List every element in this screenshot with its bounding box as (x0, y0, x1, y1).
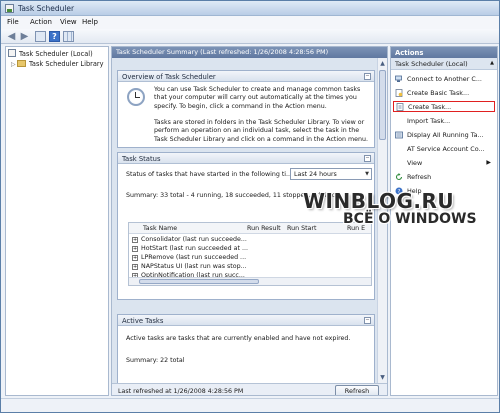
scrollbar-thumb[interactable] (139, 279, 259, 284)
menu-bar: File Action View Help (1, 16, 499, 29)
status-bar (1, 398, 499, 412)
collapse-arrow-icon[interactable]: ▲ (490, 60, 494, 66)
show-hide-tree-icon[interactable] (35, 31, 46, 42)
task-scheduler-app-icon (5, 4, 14, 13)
connect-icon (395, 75, 402, 82)
expand-plus-icon[interactable]: + (132, 264, 138, 270)
section-header[interactable]: Overview of Task Scheduler − (118, 71, 374, 82)
action-label: View (407, 159, 423, 167)
section-title: Active Tasks (122, 317, 164, 325)
action-label: Connect to Another C... (407, 75, 482, 83)
task-scheduler-icon (8, 49, 16, 57)
tree-item-label: Task Scheduler Library (29, 60, 104, 68)
action-refresh[interactable]: Refresh (393, 172, 495, 183)
overview-paragraph-2: Tasks are stored in folders in the Task … (154, 119, 374, 144)
navigation-tree: Task Scheduler (Local) ▷ Task Scheduler L… (5, 46, 109, 396)
row-label: NAPStatus UI (last run was stop... (141, 263, 247, 270)
scroll-down-icon[interactable]: ▼ (378, 373, 387, 382)
scroll-up-icon[interactable]: ▲ (378, 59, 387, 68)
row-label: LPRemove (last run succeeded ... (141, 254, 247, 261)
action-label: Create Basic Task... (407, 89, 470, 97)
column-header-run-result[interactable]: Run Result (247, 225, 281, 232)
display-running-icon (395, 131, 403, 139)
text-line: specify. To begin, click a command in th… (154, 102, 327, 110)
window-title: Task Scheduler (18, 4, 75, 13)
create-task-icon (396, 103, 404, 111)
active-tasks-description: Active tasks are tasks that are currentl… (126, 335, 351, 342)
title-bar: Task Scheduler (1, 1, 499, 16)
collapse-icon[interactable]: − (364, 155, 371, 162)
collapse-icon[interactable]: − (364, 73, 371, 80)
row-label: Consolidator (last run succeede... (141, 236, 247, 243)
help-icon[interactable]: ? (49, 31, 60, 42)
section-header[interactable]: Active Tasks − (118, 315, 374, 326)
tree-item-label: Task Scheduler (Local) (19, 50, 93, 58)
menu-view[interactable]: View (60, 18, 77, 26)
action-create-basic-task[interactable]: Create Basic Task... (393, 88, 495, 99)
tree-item-task-scheduler-local[interactable]: Task Scheduler (Local) (8, 49, 93, 59)
menu-help[interactable]: Help (82, 18, 98, 26)
column-header-task-name[interactable]: Task Name (143, 225, 177, 232)
row-label: HotStart (last run succeeded at ... (141, 245, 248, 252)
clock-icon (127, 88, 145, 106)
select-value: Last 24 hours (294, 171, 337, 178)
watermark-line-2: ВСЁ О WINDOWS (343, 211, 477, 227)
action-import-task[interactable]: Import Task... (393, 116, 495, 127)
status-filter-label: Status of tasks that have started in the… (126, 171, 291, 178)
chevron-down-icon: ▼ (365, 171, 369, 177)
action-view[interactable]: View ▶ (393, 158, 495, 169)
actions-subheader[interactable]: Task Scheduler (Local) ▲ (391, 58, 497, 70)
scrollbar-thumb[interactable] (379, 70, 386, 140)
menu-file[interactable]: File (7, 18, 19, 26)
back-arrow-icon[interactable]: ◀ (6, 31, 17, 42)
action-display-all-running-tasks[interactable]: Display All Running Ta... (393, 130, 495, 141)
summary-header: Task Scheduler Summary (Last refreshed: … (112, 47, 387, 58)
action-label: Refresh (407, 173, 432, 181)
section-header[interactable]: Task Status − (118, 153, 374, 164)
overview-section: Overview of Task Scheduler − You can use… (117, 70, 375, 148)
text-line: perform an operation on an individual ta… (154, 127, 360, 135)
expand-plus-icon[interactable]: + (132, 255, 138, 261)
table-horizontal-scrollbar[interactable] (129, 277, 371, 285)
text-line: Task Scheduler Library and click on a co… (154, 135, 368, 143)
actions-title: Actions (391, 47, 497, 58)
action-label: AT Service Account Co... (407, 145, 485, 153)
show-hide-action-pane-icon[interactable] (63, 31, 74, 42)
refresh-button[interactable]: Refresh (335, 385, 379, 395)
action-create-task[interactable]: Create Task... (393, 101, 495, 112)
last-refreshed-text: Last refreshed at 1/26/2008 4:28:56 PM (118, 388, 244, 395)
task-scheduler-window: Task Scheduler File Action View Help ◀ ▶… (0, 0, 500, 413)
watermark: WINBLOG.RU ВСЁ О WINDOWS (303, 189, 493, 241)
action-label: Import Task... (407, 117, 451, 125)
summary-footer: Last refreshed at 1/26/2008 4:28:56 PM R… (112, 383, 387, 395)
text-line: that your computer will carry out automa… (154, 94, 357, 102)
watermark-line-1: WINBLOG.RU (303, 189, 455, 213)
toolbar: ◀ ▶ ? (1, 29, 499, 44)
menu-action[interactable]: Action (30, 18, 52, 26)
text-line: Tasks are stored in folders in the Task … (154, 119, 365, 126)
folder-icon (17, 60, 26, 67)
expand-plus-icon[interactable]: + (132, 246, 138, 252)
section-title: Task Status (122, 155, 161, 163)
active-tasks-summary: Summary: 22 total (126, 357, 185, 364)
action-at-service-account-config[interactable]: AT Service Account Co... (393, 144, 495, 155)
action-label: Create Task... (408, 103, 452, 111)
section-title: Overview of Task Scheduler (122, 73, 216, 81)
overview-paragraph-1: You can use Task Scheduler to create and… (154, 86, 374, 111)
collapse-icon[interactable]: − (364, 317, 371, 324)
active-tasks-section: Active Tasks − Active tasks are tasks th… (117, 314, 375, 383)
tree-item-task-scheduler-library[interactable]: ▷ Task Scheduler Library (11, 60, 104, 70)
actions-subheader-label: Task Scheduler (Local) (395, 60, 468, 68)
action-connect-to-another-computer[interactable]: Connect to Another C... (393, 74, 495, 85)
expand-plus-icon[interactable]: + (132, 237, 138, 243)
text-line: You can use Task Scheduler to create and… (154, 86, 361, 93)
submenu-arrow-icon: ▶ (486, 159, 491, 166)
create-basic-task-icon (395, 89, 403, 97)
refresh-icon (395, 173, 403, 181)
status-period-select[interactable]: Last 24 hours ▼ (290, 168, 372, 180)
action-label: Display All Running Ta... (407, 131, 484, 139)
forward-arrow-icon[interactable]: ▶ (19, 31, 30, 42)
